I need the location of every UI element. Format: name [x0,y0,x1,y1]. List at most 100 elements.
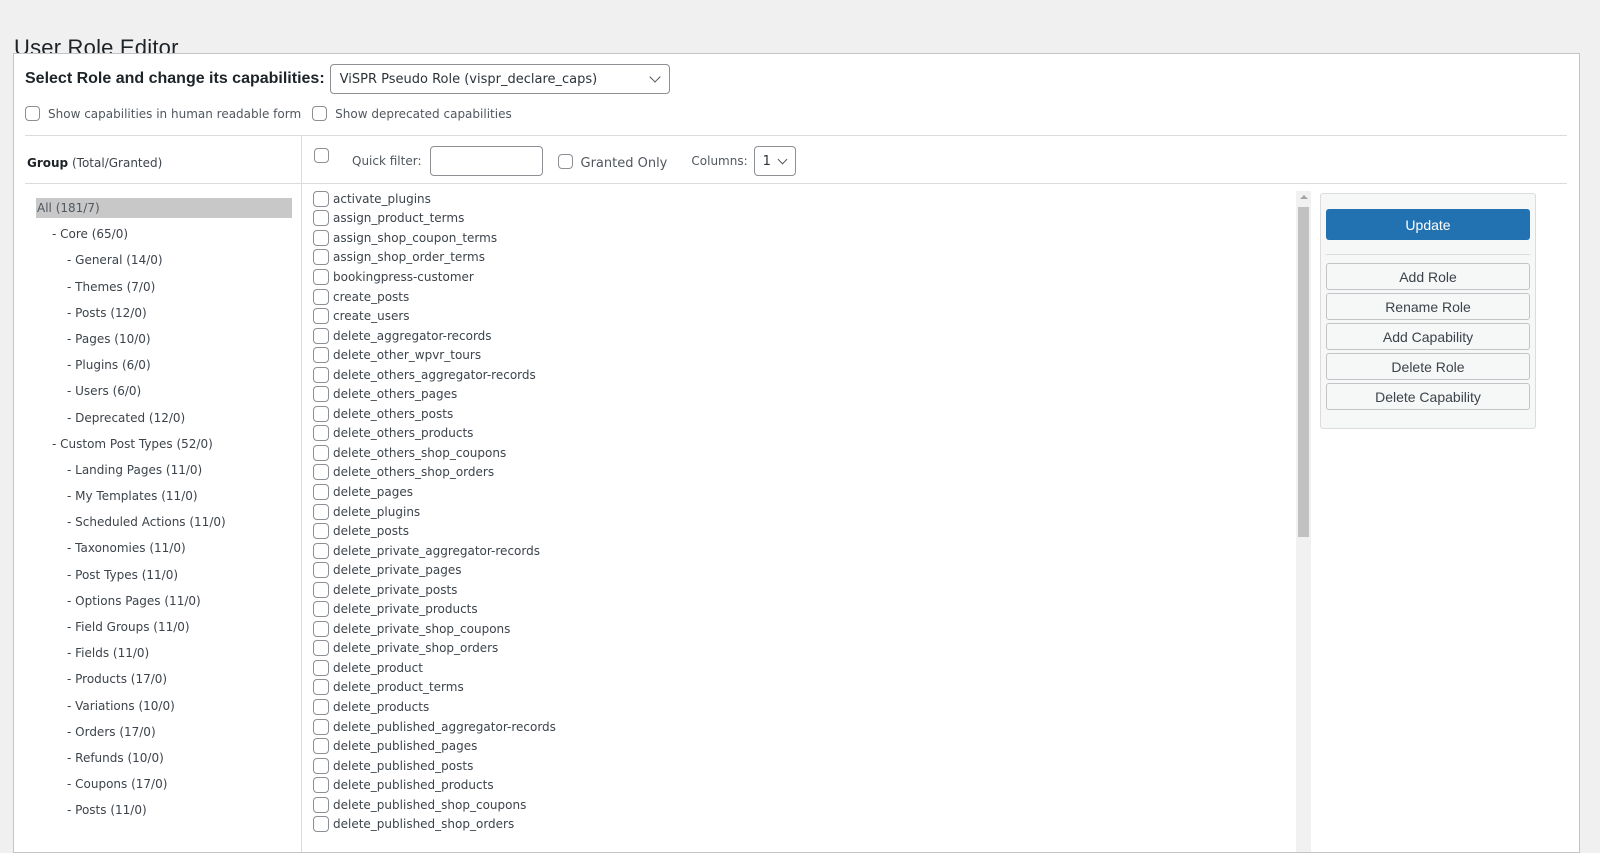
capability-item[interactable]: activate_plugins [313,189,1293,209]
delete-role-button[interactable]: Delete Role [1326,353,1530,380]
capability-checkbox[interactable] [313,620,329,637]
capability-item[interactable]: delete_pages [313,482,1293,502]
group-item[interactable]: - My Templates (11/0) [36,486,291,512]
group-item[interactable]: - Plugins (6/0) [36,355,291,381]
capability-item[interactable]: delete_published_products [313,775,1293,795]
group-item[interactable]: - Users (6/0) [36,381,291,407]
group-item[interactable]: - Options Pages (11/0) [36,591,291,617]
capability-item[interactable]: delete_published_aggregator-records [313,717,1293,737]
capability-checkbox[interactable] [313,444,329,461]
capability-item[interactable]: delete_private_products [313,599,1293,619]
capability-checkbox[interactable] [313,640,329,657]
group-item[interactable]: - Taxonomies (11/0) [36,538,291,564]
capability-checkbox[interactable] [313,288,329,305]
capability-checkbox[interactable] [313,503,329,520]
granted-only-checkbox[interactable] [557,153,573,169]
capability-item[interactable]: delete_others_pages [313,384,1293,404]
group-item[interactable]: All (181/7) [36,198,292,224]
capability-item[interactable]: delete_product [313,658,1293,678]
capability-item[interactable]: assign_shop_coupon_terms [313,228,1293,248]
capability-checkbox[interactable] [313,308,329,325]
group-item[interactable]: - Orders (17/0) [36,722,291,748]
deprecated-checkbox[interactable] [312,106,328,121]
scroll-thumb[interactable] [1298,207,1309,537]
group-item[interactable]: - Core (65/0) [36,224,291,250]
group-item[interactable]: - Field Groups (11/0) [36,617,291,643]
group-item[interactable]: - Landing Pages (11/0) [36,460,291,486]
add-capability-button[interactable]: Add Capability [1326,323,1530,350]
group-item[interactable]: - Posts (11/0) [36,800,291,826]
add-role-button[interactable]: Add Role [1326,263,1530,290]
group-item[interactable]: - Refunds (10/0) [36,748,291,774]
capability-item[interactable]: delete_others_products [313,424,1293,444]
capability-checkbox[interactable] [313,405,329,422]
capability-checkbox[interactable] [313,464,329,481]
capability-item[interactable]: delete_plugins [313,502,1293,522]
capability-item[interactable]: delete_product_terms [313,678,1293,698]
group-item[interactable]: - Coupons (17/0) [36,774,291,800]
capability-checkbox[interactable] [313,542,329,559]
group-item[interactable]: - Scheduled Actions (11/0) [36,512,291,538]
capability-checkbox[interactable] [313,190,329,207]
capability-item[interactable]: delete_posts [313,521,1293,541]
capability-checkbox[interactable] [313,268,329,285]
human-readable-option[interactable]: Show capabilities in human readable form [25,106,301,121]
capability-checkbox[interactable] [313,601,329,618]
select-all-checkbox[interactable] [314,147,329,163]
capability-item[interactable]: delete_private_posts [313,580,1293,600]
capability-checkbox[interactable] [313,757,329,774]
group-item[interactable]: - General (14/0) [36,250,291,276]
capability-list-scrollbar[interactable] [1296,191,1311,852]
capability-item[interactable]: delete_private_pages [313,560,1293,580]
group-item[interactable]: - Posts (12/0) [36,303,291,329]
capability-checkbox[interactable] [313,581,329,598]
capability-checkbox[interactable] [313,718,329,735]
capability-checkbox[interactable] [313,483,329,500]
capability-item[interactable]: assign_shop_order_terms [313,248,1293,268]
capability-checkbox[interactable] [313,777,329,794]
group-item[interactable]: - Themes (7/0) [36,277,291,303]
capability-item[interactable]: delete_other_wpvr_tours [313,345,1293,365]
capability-item[interactable]: create_users [313,306,1293,326]
capability-item[interactable]: delete_published_shop_orders [313,815,1293,835]
capability-checkbox[interactable] [313,249,329,266]
capability-checkbox[interactable] [313,386,329,403]
columns-select[interactable]: 1 [753,146,796,176]
group-item[interactable]: - Post Types (11/0) [36,565,291,591]
scroll-up-arrow-icon[interactable] [1300,195,1308,199]
delete-capability-button[interactable]: Delete Capability [1326,383,1530,410]
group-item[interactable]: - Fields (11/0) [36,643,291,669]
capability-item[interactable]: assign_product_terms [313,209,1293,229]
deprecated-option[interactable]: Show deprecated capabilities [312,106,512,121]
capability-item[interactable]: delete_published_posts [313,756,1293,776]
capability-item[interactable]: create_posts [313,287,1293,307]
capability-checkbox[interactable] [313,816,329,833]
capability-checkbox[interactable] [313,425,329,442]
role-select[interactable]: ViSPR Pseudo Role (vispr_declare_caps) [329,64,670,94]
capability-checkbox[interactable] [313,562,329,579]
capability-item[interactable]: delete_others_aggregator-records [313,365,1293,385]
group-item[interactable]: - Pages (10/0) [36,329,291,355]
capability-item[interactable]: delete_private_aggregator-records [313,541,1293,561]
update-button[interactable]: Update [1326,209,1530,240]
capability-checkbox[interactable] [313,327,329,344]
capability-item[interactable]: delete_others_shop_orders [313,463,1293,483]
capability-checkbox[interactable] [313,679,329,696]
capability-checkbox[interactable] [313,659,329,676]
capability-checkbox[interactable] [313,523,329,540]
group-item[interactable]: - Variations (10/0) [36,696,291,722]
group-item[interactable]: - Deprecated (12/0) [36,408,291,434]
capability-checkbox[interactable] [313,347,329,364]
capability-item[interactable]: bookingpress-customer [313,267,1293,287]
group-item[interactable]: - Custom Post Types (52/0) [36,434,291,460]
granted-only-option[interactable]: Granted Only [557,153,667,171]
capability-item[interactable]: delete_others_posts [313,404,1293,424]
capability-item[interactable]: delete_private_shop_coupons [313,619,1293,639]
capability-checkbox[interactable] [313,366,329,383]
rename-role-button[interactable]: Rename Role [1326,293,1530,320]
capability-checkbox[interactable] [313,210,329,227]
capability-item[interactable]: delete_products [313,697,1293,717]
capability-checkbox[interactable] [313,698,329,715]
group-item[interactable]: - Products (17/0) [36,669,291,695]
capability-item[interactable]: delete_aggregator-records [313,326,1293,346]
